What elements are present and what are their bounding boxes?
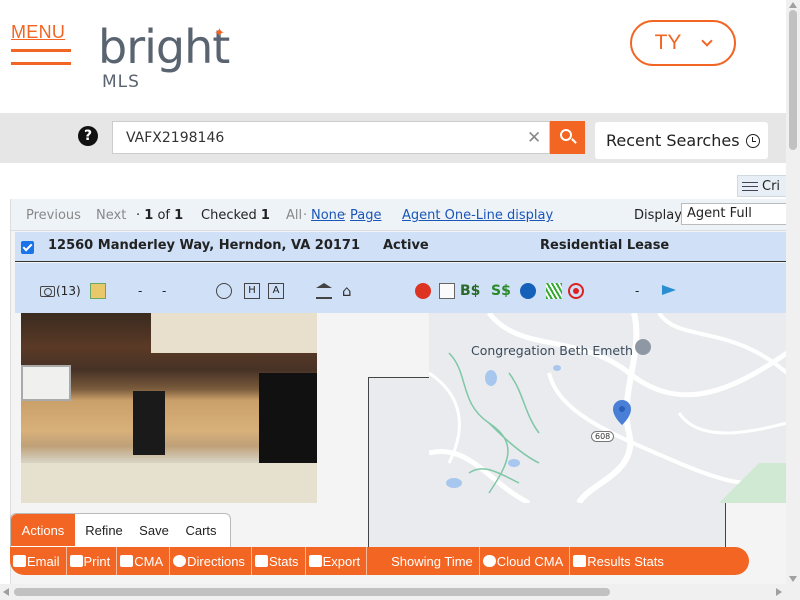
empty-value: - [162, 284, 167, 298]
menu-bar-icon [11, 62, 71, 65]
export-button[interactable]: Export [306, 547, 368, 575]
cma-icon [120, 555, 134, 567]
tab-refine[interactable]: Refine [75, 514, 133, 546]
send-icon[interactable] [662, 285, 676, 295]
s-dollar-icon[interactable]: S$ [491, 283, 515, 299]
listing-header-row[interactable]: 12560 Manderley Way, Herndon, VA 20171 A… [15, 232, 787, 262]
horizontal-scrollbar[interactable] [0, 584, 786, 600]
listing-status: Active [383, 238, 429, 253]
search-bar-area: ? ✕ Recent Searches [0, 113, 786, 163]
cloud-icon [482, 555, 496, 567]
results-stats-button[interactable]: Results Stats [570, 547, 670, 575]
cma-button[interactable]: CMA [117, 547, 171, 575]
scroll-left-icon[interactable] [3, 588, 9, 596]
logo-subtitle: MLS [102, 72, 140, 92]
email-icon [13, 555, 26, 567]
clear-search-icon[interactable]: ✕ [527, 128, 541, 148]
select-all-link[interactable]: All [286, 208, 302, 223]
result-position: · 1 of 1 [136, 208, 184, 223]
empty-value: - [635, 284, 640, 298]
scroll-thumb[interactable] [14, 588, 610, 596]
place-of-worship-icon [635, 339, 651, 355]
criteria-toggle[interactable]: Cri [737, 175, 787, 197]
listing-photo[interactable] [21, 313, 317, 503]
print-icon [69, 555, 83, 567]
scroll-thumb[interactable] [789, 10, 797, 150]
separator: · [303, 208, 308, 223]
agent-one-line-display-link[interactable]: Agent One-Line display [402, 208, 553, 223]
select-none-link[interactable]: None [311, 208, 345, 223]
tab-actions[interactable]: Actions [11, 514, 75, 546]
swirl-icon[interactable] [520, 283, 536, 299]
display-label: Display [634, 208, 682, 223]
map-place-label: Congregation Beth Emeth [471, 343, 633, 358]
user-menu-button[interactable]: TY [630, 20, 736, 66]
sliders-icon [742, 181, 758, 192]
export-icon [308, 555, 322, 567]
scroll-down-icon[interactable] [789, 576, 797, 582]
menu-bar-icon [11, 49, 71, 52]
tab-carts[interactable]: Carts [175, 514, 227, 546]
a-icon[interactable]: A [268, 283, 284, 299]
map-roads [429, 313, 787, 503]
print-button[interactable]: Print [67, 547, 118, 575]
empty-value: - [138, 284, 143, 298]
recent-searches-label: Recent Searches [606, 131, 740, 150]
menu-button[interactable]: MENU [11, 22, 73, 65]
help-icon[interactable]: ? [78, 126, 98, 146]
results-stats-icon [573, 555, 587, 567]
history-clock-icon[interactable] [216, 283, 232, 299]
tab-save[interactable]: Save [133, 514, 175, 546]
criteria-label: Cri [762, 178, 781, 194]
chevron-down-icon [701, 35, 714, 47]
route-shield: 608 [591, 431, 615, 442]
listing-address[interactable]: 12560 Manderley Way, Herndon, VA 20171 [48, 238, 360, 253]
virtual-tour-icon[interactable] [90, 283, 106, 299]
search-input[interactable] [112, 121, 550, 154]
microwave [21, 365, 71, 401]
menu-label: MENU [11, 22, 66, 42]
listing-checkbox[interactable] [21, 241, 34, 254]
previous-button[interactable]: Previous [26, 208, 81, 223]
listing-tools-row: (13) - - H A ⌂ B$ S$ - [15, 263, 787, 567]
vertical-scrollbar[interactable] [786, 0, 800, 600]
directions-button[interactable]: Directions [170, 547, 252, 575]
next-button[interactable]: Next [96, 208, 126, 223]
results-toolbar: Previous Next · 1 of 1 Checked 1 All · N… [11, 199, 791, 231]
scroll-right-icon[interactable] [776, 588, 782, 596]
checked-count: Checked 1 [201, 208, 270, 223]
scroll-up-icon[interactable] [789, 2, 797, 8]
cloud-cma-button[interactable]: Cloud CMA [480, 547, 571, 575]
user-initials: TY [654, 31, 682, 54]
listing-map[interactable]: Congregation Beth Emeth 608 [429, 313, 787, 503]
b-dollar-icon[interactable]: B$ [460, 283, 484, 299]
select-page-link[interactable]: Page [350, 208, 381, 223]
stats-button[interactable]: Stats [252, 547, 306, 575]
search-button[interactable] [550, 121, 585, 154]
separator: · [343, 208, 348, 223]
logo-wordmark: bright [98, 20, 230, 74]
school-apple-icon[interactable] [415, 283, 431, 299]
compass-icon [173, 555, 187, 567]
camera-icon[interactable] [40, 286, 55, 297]
recent-searches-button[interactable]: Recent Searches [595, 122, 768, 159]
listing-type: Residential Lease [540, 238, 670, 253]
leaf-icon[interactable] [546, 283, 562, 299]
display-select[interactable]: Agent Full [681, 203, 791, 225]
action-bar: Email Print CMA Directions Stats Export … [10, 547, 749, 575]
history-icon [745, 133, 760, 148]
site-header: MENU bright ✦ MLS TY [0, 0, 786, 113]
target-icon[interactable] [568, 283, 584, 299]
document-icon[interactable] [439, 283, 455, 299]
logo-star-icon: ✦ [214, 26, 225, 41]
h-icon[interactable]: H [244, 283, 260, 299]
email-button[interactable]: Email [10, 547, 67, 575]
bank-icon[interactable] [316, 283, 332, 299]
bright-mls-logo[interactable]: bright ✦ MLS [98, 20, 230, 92]
showing-time-button[interactable]: Showing Time [367, 547, 480, 575]
photo-count[interactable]: (13) [56, 284, 81, 298]
stats-icon [254, 555, 268, 567]
action-tabs: Actions Refine Save Carts [10, 513, 231, 547]
house-icon[interactable]: ⌂ [342, 283, 358, 299]
